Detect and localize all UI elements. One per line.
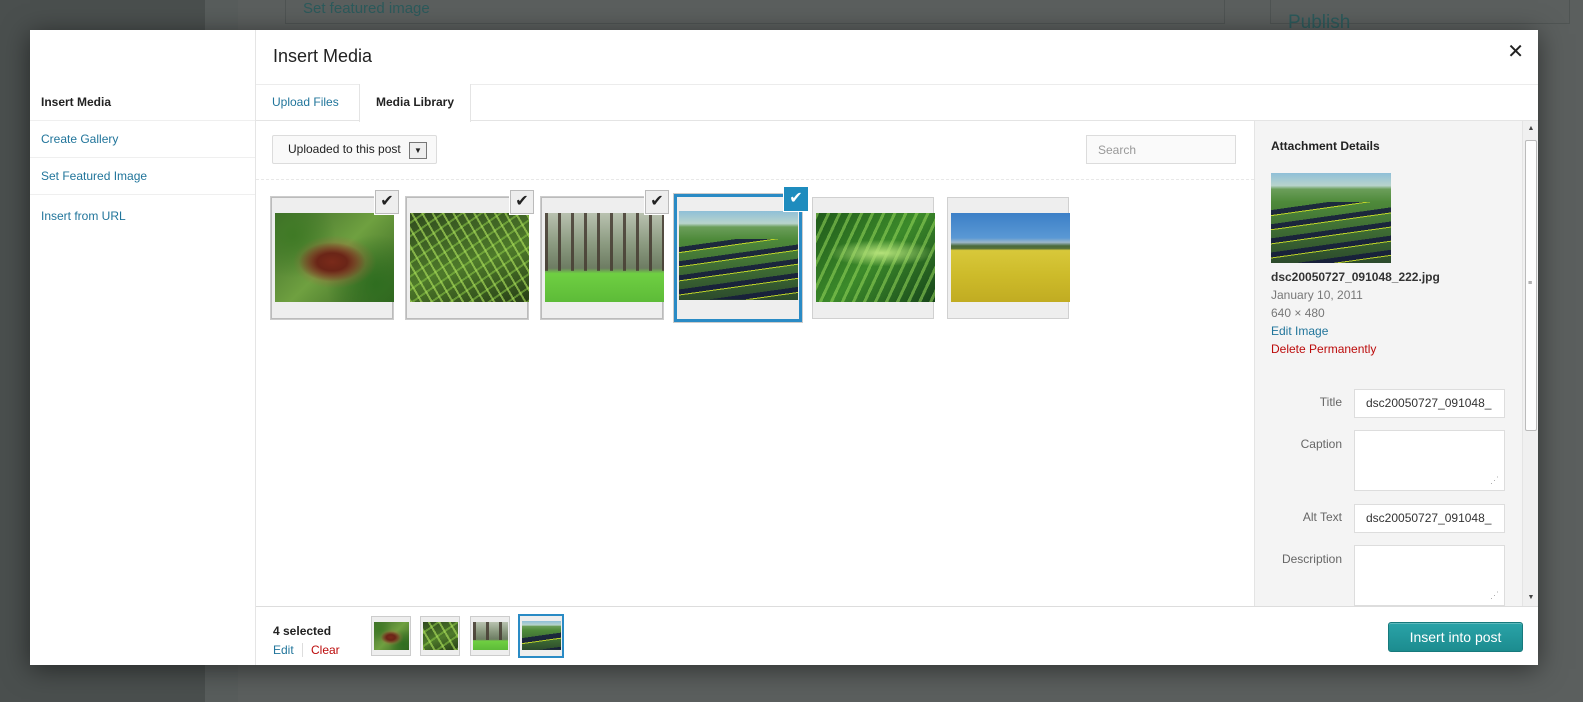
checkmark-icon[interactable]: ✔ <box>784 187 808 211</box>
selection-thumb-pine-forest[interactable] <box>470 616 510 656</box>
caption-label: Caption <box>1300 437 1342 451</box>
dropdown-arrow-icon: ▼ <box>409 142 427 159</box>
attachment-field-rows[interactable]: ✔ <box>674 187 808 322</box>
alt-text-label: Alt Text <box>1302 510 1342 524</box>
router-tabs: Upload Files Media Library <box>256 84 1538 122</box>
caption-field[interactable]: ⋰ <box>1354 430 1505 491</box>
menu-item-insert-media[interactable]: Insert Media <box>30 84 255 120</box>
sidebar-scrollbar[interactable]: ▲ ≡ ▼ <box>1522 121 1538 606</box>
scroll-up-arrow-icon[interactable]: ▲ <box>1523 121 1539 137</box>
attachment-details-heading: Attachment Details <box>1271 139 1380 153</box>
media-menu: Insert Media Create Gallery Set Featured… <box>30 30 256 665</box>
thumbnail-image <box>545 213 664 302</box>
background-featured-link: Set featured image <box>303 0 430 17</box>
checkmark-icon[interactable]: ✔ <box>645 190 669 214</box>
resize-grip-icon[interactable]: ⋰ <box>1490 476 1500 486</box>
grip-icon: ≡ <box>1528 280 1533 287</box>
alt-text-field[interactable]: dsc20050727_091048_ <box>1354 504 1505 533</box>
attachment-filter-select[interactable]: Uploaded to this post ▼ <box>272 135 437 164</box>
scroll-down-arrow-icon[interactable]: ▼ <box>1523 590 1539 606</box>
checkmark-icon[interactable]: ✔ <box>375 190 399 214</box>
thumbnail-image <box>374 622 409 650</box>
attachment-date: January 10, 2011 <box>1271 288 1363 302</box>
thumbnail-image <box>679 211 798 300</box>
thumbnail-image <box>275 213 394 302</box>
media-toolbar: 4 selected Edit Clear Insert into post <box>256 606 1538 665</box>
thumbnail-image <box>816 213 935 302</box>
attachment-pine-forest[interactable]: ✔ <box>541 190 669 319</box>
attachment-details-sidebar: Attachment Details dsc20050727_091048_22… <box>1254 121 1522 606</box>
insert-media-modal: Insert Media Create Gallery Set Featured… <box>30 30 1538 665</box>
toolbar-divider <box>256 179 1254 180</box>
menu-item-create-gallery[interactable]: Create Gallery <box>30 121 255 157</box>
description-label: Description <box>1281 552 1342 566</box>
selection-thumb-pine-cone[interactable] <box>371 616 411 656</box>
filter-selected-value: Uploaded to this post <box>288 142 401 156</box>
close-icon[interactable]: ✕ <box>1507 42 1524 62</box>
selection-thumb-pine-needles[interactable] <box>420 616 460 656</box>
selection-count: 4 selected <box>273 624 332 638</box>
resize-grip-icon[interactable]: ⋰ <box>1490 591 1500 601</box>
attachment-dimensions: 640 × 480 <box>1271 306 1325 320</box>
tab-upload-files[interactable]: Upload Files <box>256 84 355 122</box>
thumbnail-image <box>522 621 561 650</box>
attachment-pine-needles[interactable]: ✔ <box>406 190 534 319</box>
thumbnail-image <box>473 622 508 650</box>
title-field[interactable]: dsc20050727_091048_ <box>1354 389 1505 418</box>
edit-selection-link[interactable]: Edit <box>273 643 294 657</box>
attachment-filename: dsc20050727_091048_222.jpg <box>1271 270 1440 284</box>
tab-media-library[interactable]: Media Library <box>359 84 472 122</box>
menu-item-set-featured-image[interactable]: Set Featured Image <box>30 158 255 194</box>
description-field[interactable]: ⋰ <box>1354 545 1505 606</box>
thumbnail-image <box>410 213 529 302</box>
edit-image-link[interactable]: Edit Image <box>1271 324 1328 338</box>
modal-title: Insert Media <box>273 46 373 66</box>
attachment-yellow-field[interactable] <box>947 197 1070 319</box>
attachment-preview-image <box>1271 173 1391 263</box>
selection-thumb-field-rows[interactable] <box>518 614 564 658</box>
scrollbar-thumb[interactable]: ≡ <box>1525 140 1537 431</box>
attachments-browser: Uploaded to this post ▼ ✔ ✔ ✔ ✔ <box>256 121 1254 606</box>
divider <box>302 643 303 657</box>
attachment-pine-cone[interactable]: ✔ <box>271 190 399 319</box>
insert-into-post-button[interactable]: Insert into post <box>1388 622 1523 652</box>
delete-permanently-link[interactable]: Delete Permanently <box>1271 342 1376 356</box>
clear-selection-link[interactable]: Clear <box>311 643 340 657</box>
search-input[interactable] <box>1086 135 1236 164</box>
menu-item-insert-from-url[interactable]: Insert from URL <box>30 198 255 234</box>
checkmark-icon[interactable]: ✔ <box>510 190 534 214</box>
menu-separator <box>30 194 255 195</box>
attachment-fern[interactable] <box>812 197 935 319</box>
thumbnail-image <box>951 213 1070 302</box>
title-label: Title <box>1319 395 1342 409</box>
thumbnail-image <box>423 622 458 650</box>
